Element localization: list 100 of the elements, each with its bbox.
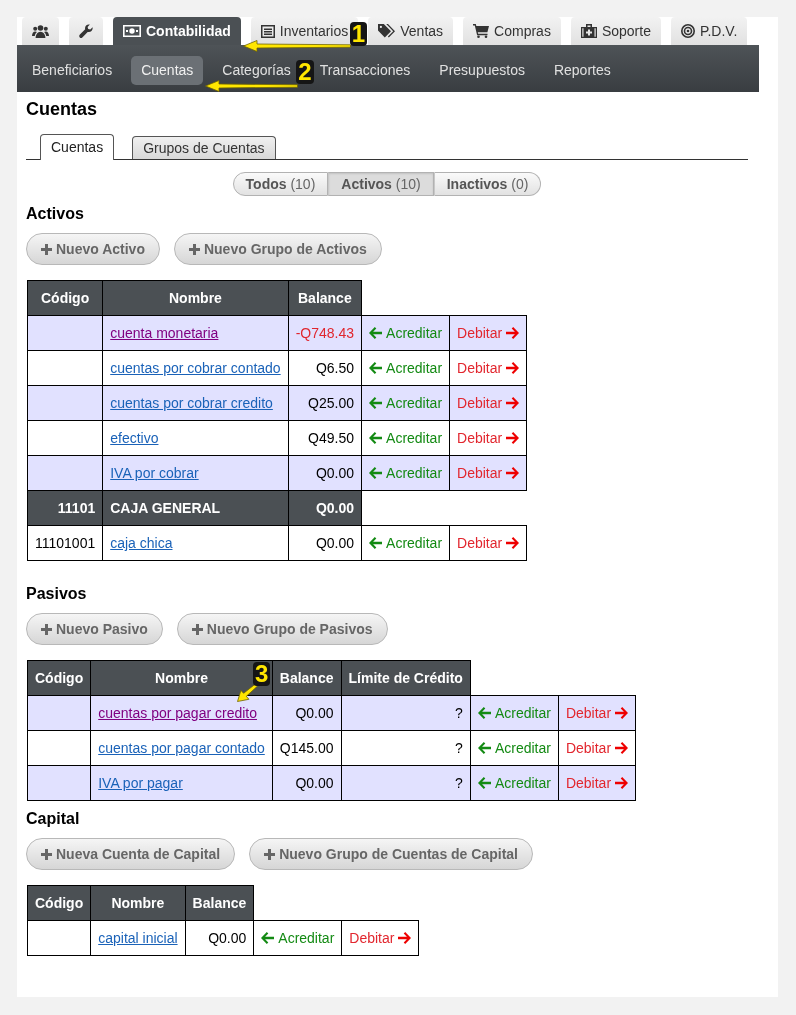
credit-link[interactable]: Acreditar: [477, 740, 551, 756]
subnav-item[interactable]: Categorías: [222, 62, 291, 79]
account-link[interactable]: cuentas por pagar credito: [98, 705, 257, 721]
tags-icon: [378, 24, 396, 38]
subnav-item[interactable]: Transacciones: [319, 62, 411, 79]
nav-tab[interactable]: P.D.V.: [670, 17, 748, 45]
account-link[interactable]: cuentas por cobrar credito: [110, 395, 273, 411]
account-link[interactable]: IVA por pagar: [98, 775, 183, 791]
balance-cell: Q0.00: [272, 695, 341, 731]
account-link[interactable]: efectivo: [110, 430, 159, 446]
subnav-item[interactable]: Beneficiarios: [32, 62, 113, 79]
column-header: Balance: [185, 885, 254, 921]
debit-link[interactable]: Debitar: [565, 740, 629, 756]
arrow-right-icon: [506, 432, 520, 444]
debit-link[interactable]: Debitar: [457, 325, 520, 341]
column-header: Código: [27, 660, 91, 696]
list-icon: [260, 24, 275, 38]
arrow-left-icon: [477, 777, 491, 789]
debit-link[interactable]: Debitar: [457, 395, 520, 411]
subnav-item[interactable]: Reportes: [553, 62, 611, 79]
credit-link[interactable]: Acreditar: [369, 465, 443, 481]
view-tab[interactable]: Grupos de Cuentas: [132, 136, 276, 159]
credit-link[interactable]: Acreditar: [477, 705, 551, 721]
section-heading: Activos: [26, 204, 85, 223]
column-header: Código: [27, 885, 91, 921]
credit-link[interactable]: Acreditar: [369, 325, 443, 341]
users-icon: [32, 24, 49, 38]
plus-icon: [41, 848, 52, 860]
debit-link[interactable]: Debitar: [457, 535, 520, 551]
target-icon: [680, 24, 695, 38]
column-header: Límite de Crédito: [341, 660, 471, 696]
nav-tab[interactable]: Contabilidad: [113, 17, 241, 45]
code-cell: 11101: [27, 490, 103, 526]
add-button[interactable]: Nuevo Grupo de Activos: [173, 233, 382, 265]
filter-button[interactable]: Inactivos (0): [433, 172, 542, 196]
arrow-left-icon: [261, 932, 275, 944]
add-button[interactable]: Nueva Cuenta de Capital: [26, 838, 236, 870]
balance-cell: -Q748.43: [288, 315, 362, 351]
add-button[interactable]: Nuevo Activo: [26, 233, 160, 265]
group-name-cell: CAJA GENERAL: [102, 490, 289, 526]
nav-tab[interactable]: [22, 17, 59, 45]
credit-link[interactable]: Acreditar: [369, 535, 443, 551]
account-link[interactable]: capital inicial: [98, 930, 178, 946]
add-button[interactable]: Nuevo Pasivo: [26, 613, 163, 645]
add-button[interactable]: Nuevo Grupo de Pasivos: [176, 613, 388, 645]
filter-button[interactable]: Activos (10): [328, 172, 434, 196]
account-link[interactable]: cuentas por pagar contado: [98, 740, 265, 756]
debit-link[interactable]: Debitar: [565, 775, 629, 791]
plus-icon: [264, 848, 276, 860]
add-button[interactable]: Nuevo Grupo de Cuentas de Capital: [249, 838, 533, 870]
medkit-icon: [580, 24, 597, 38]
account-link[interactable]: cuentas por cobrar contado: [110, 360, 281, 376]
arrow-right-icon: [506, 537, 520, 549]
account-link[interactable]: cuenta monetaria: [110, 325, 219, 341]
balance-cell: Q6.50: [288, 350, 362, 386]
view-tab[interactable]: Cuentas: [40, 134, 115, 160]
balance-cell: Q0.00: [288, 525, 362, 561]
filter-button[interactable]: Todos (10): [232, 172, 329, 196]
nav-tab[interactable]: [69, 17, 103, 45]
credit-link[interactable]: Acreditar: [261, 930, 335, 946]
debit-link[interactable]: Debitar: [457, 360, 520, 376]
arrow-left-icon: [369, 327, 383, 339]
plus-icon: [191, 623, 203, 635]
debit-link[interactable]: Debitar: [457, 465, 520, 481]
account-link[interactable]: IVA por cobrar: [110, 465, 199, 481]
arrow-right-icon: [398, 932, 412, 944]
account-link[interactable]: caja chica: [110, 535, 173, 551]
arrow-left-icon: [369, 432, 383, 444]
balance-cell: Q0.00: [272, 765, 341, 801]
column-header: Nombre: [102, 280, 289, 316]
column-header: Nombre: [90, 885, 186, 921]
credit-link[interactable]: Acreditar: [477, 775, 551, 791]
column-header: Código: [27, 280, 103, 316]
arrow-right-icon: [506, 467, 520, 479]
credit-link[interactable]: Acreditar: [369, 395, 443, 411]
limit-cell: ?: [341, 765, 471, 801]
subnav-item[interactable]: Cuentas: [131, 56, 204, 85]
nav-tab[interactable]: Ventas: [368, 17, 454, 45]
arrow-left-icon: [477, 707, 491, 719]
arrow-right-icon: [615, 707, 629, 719]
plus-icon: [41, 243, 52, 255]
nav-tab[interactable]: Compras: [463, 17, 561, 45]
code-cell: 11101001: [27, 525, 103, 561]
arrow-right-icon: [615, 742, 629, 754]
debit-link[interactable]: Debitar: [565, 705, 629, 721]
debit-link[interactable]: Debitar: [457, 430, 520, 446]
arrow-right-icon: [506, 327, 520, 339]
nav-tab[interactable]: Soporte: [570, 17, 661, 45]
callout-arrow: [236, 683, 259, 703]
credit-link[interactable]: Acreditar: [369, 430, 443, 446]
callout-number: 2: [296, 60, 314, 84]
credit-link[interactable]: Acreditar: [369, 360, 443, 376]
limit-cell: ?: [341, 695, 471, 731]
debit-link[interactable]: Debitar: [349, 930, 412, 946]
balance-cell: Q0.00: [288, 455, 362, 491]
balance-cell: Q145.00: [272, 730, 341, 766]
column-header: Balance: [288, 280, 362, 316]
subnav-item[interactable]: Presupuestos: [439, 62, 525, 79]
column-header: Balance: [272, 660, 341, 696]
plus-icon: [41, 623, 52, 635]
